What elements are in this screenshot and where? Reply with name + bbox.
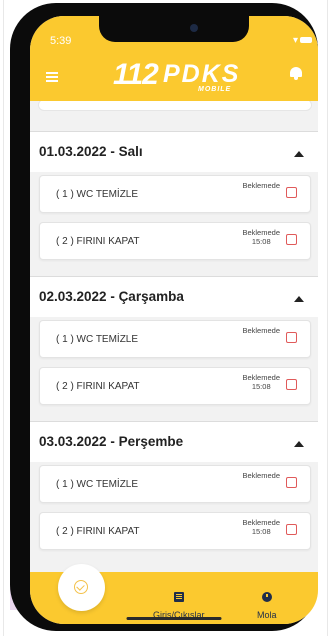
background-line: [327, 0, 328, 636]
background: 5:39 ▾ 112 PDKS MOBILE 01.03.2022 - Salı…: [0, 0, 333, 636]
task-card[interactable]: ( 2 ) FIRINI KAPAT Beklemede 15:08: [39, 367, 311, 405]
phone-frame: 5:39 ▾ 112 PDKS MOBILE 01.03.2022 - Salı…: [10, 3, 318, 631]
logo-subtitle: MOBILE: [198, 86, 232, 93]
task-card[interactable]: ( 2 ) FIRINI KAPAT Beklemede 15:08: [39, 222, 311, 260]
task-label: ( 2 ) FIRINI KAPAT: [56, 236, 140, 247]
task-status: Beklemede 15:08: [242, 228, 280, 246]
task-label: ( 1 ) WC TEMİZLE: [56, 189, 139, 200]
task-card[interactable]: ( 1 ) WC TEMİZLE Beklemede: [39, 465, 311, 503]
task-label: ( 1 ) WC TEMİZLE: [56, 334, 139, 345]
app-header: 5:39 ▾ 112 PDKS MOBILE: [30, 16, 318, 101]
collapse-caret-icon[interactable]: [294, 441, 304, 447]
bottom-tab-bar: Giriş/Çıkışlar Mola: [30, 564, 318, 624]
task-checkbox[interactable]: [286, 477, 297, 488]
day-header[interactable]: 03.03.2022 - Perşembe: [30, 421, 318, 462]
status-time: 5:39: [50, 35, 72, 47]
check-circle-icon: [74, 580, 88, 594]
task-card[interactable]: ( 1 ) WC TEMİZLE Beklemede: [39, 175, 311, 213]
task-checkbox[interactable]: [286, 187, 297, 198]
phone-screen: 5:39 ▾ 112 PDKS MOBILE 01.03.2022 - Salı…: [30, 16, 318, 624]
task-list[interactable]: 01.03.2022 - Salı ( 1 ) WC TEMİZLE Bekle…: [30, 101, 318, 571]
wifi-icon: ▾: [292, 35, 298, 46]
task-checkbox[interactable]: [286, 524, 297, 535]
task-card[interactable]: ( 2 ) FIRINI KAPAT Beklemede 15:08: [39, 512, 311, 550]
menu-icon[interactable]: [46, 72, 58, 82]
home-indicator: [126, 617, 222, 620]
task-card[interactable]: ( 1 ) WC TEMİZLE Beklemede: [39, 320, 311, 358]
app-logo: 112 PDKS MOBILE: [113, 58, 243, 98]
bell-icon[interactable]: [290, 66, 302, 80]
status-bar: 5:39 ▾: [30, 16, 318, 47]
tab-break[interactable]: Mola: [257, 589, 277, 620]
task-status: Beklemede 15:08: [242, 518, 280, 536]
phone-notch: [99, 16, 249, 42]
tasks-fab-button[interactable]: [58, 564, 105, 611]
day-title: 02.03.2022 - Çarşamba: [39, 289, 184, 304]
break-icon: [261, 592, 272, 602]
task-checkbox[interactable]: [286, 332, 297, 343]
task-status: Beklemede: [242, 326, 280, 335]
collapse-caret-icon[interactable]: [294, 151, 304, 157]
tab-break-label: Mola: [257, 610, 277, 620]
tab-entries[interactable]: Giriş/Çıkışlar: [153, 589, 205, 620]
background-line: [3, 0, 4, 636]
task-label: ( 2 ) FIRINI KAPAT: [56, 526, 140, 537]
task-checkbox[interactable]: [286, 379, 297, 390]
day-title: 01.03.2022 - Salı: [39, 144, 143, 159]
logo-number: 112: [113, 58, 159, 91]
task-label: ( 1 ) WC TEMİZLE: [56, 479, 139, 490]
list-icon: [173, 592, 184, 602]
task-status: Beklemede: [242, 181, 280, 190]
logo-text: PDKS: [163, 60, 241, 88]
task-checkbox[interactable]: [286, 234, 297, 245]
task-status: Beklemede: [242, 471, 280, 480]
previous-card-edge: [38, 101, 312, 111]
collapse-caret-icon[interactable]: [294, 296, 304, 302]
day-header[interactable]: 02.03.2022 - Çarşamba: [30, 276, 318, 317]
day-title: 03.03.2022 - Perşembe: [39, 434, 184, 449]
day-header[interactable]: 01.03.2022 - Salı: [30, 131, 318, 172]
camera-icon: [190, 24, 198, 32]
task-status: Beklemede 15:08: [242, 373, 280, 391]
battery-icon: [300, 37, 312, 43]
task-label: ( 2 ) FIRINI KAPAT: [56, 381, 140, 392]
